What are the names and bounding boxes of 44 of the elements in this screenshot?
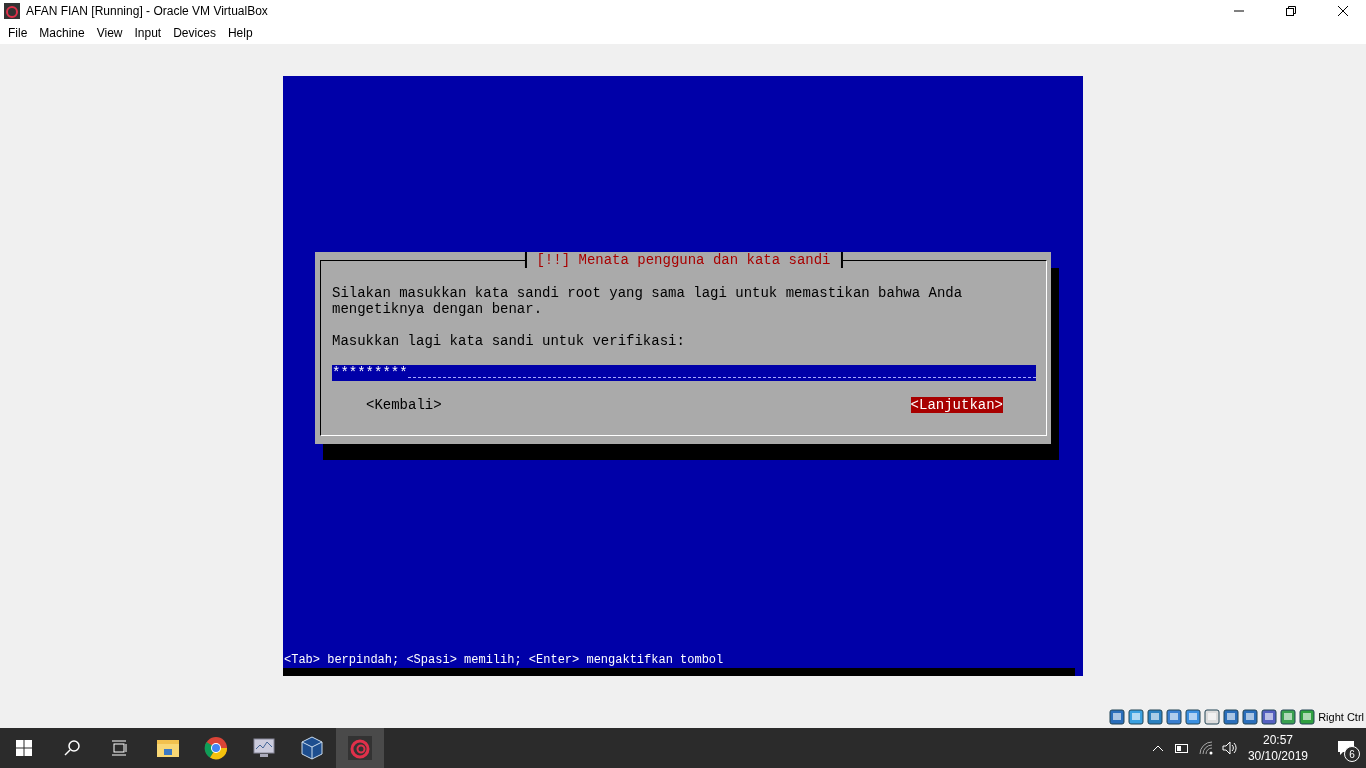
device-status-icon[interactable]	[1185, 708, 1202, 725]
dialog-button[interactable]: <Kembali>	[366, 397, 442, 413]
clock-time: 20:57	[1262, 732, 1293, 748]
windows-logo-icon	[16, 740, 32, 756]
device-status-icon[interactable]	[1261, 708, 1278, 725]
speaker-icon[interactable]	[1221, 741, 1238, 755]
battery-icon[interactable]	[1174, 743, 1189, 753]
clock-date: 30/10/2019	[1247, 748, 1308, 764]
device-status-icon[interactable]	[1280, 708, 1297, 725]
restore-icon	[1286, 6, 1296, 16]
password-prompt: Masukkan lagi kata sandi untuk verifikasi:	[332, 333, 686, 349]
notification-count: 6	[1344, 746, 1360, 762]
menu-item[interactable]: Help	[221, 26, 259, 40]
menu-item[interactable]: Input	[128, 26, 168, 40]
menu-item[interactable]: Devices	[167, 26, 222, 40]
chevron-up-icon[interactable]	[1151, 744, 1164, 752]
device-status-icon[interactable]	[1299, 708, 1316, 725]
help-line: <Tab> berpindah; <Spasi> memilih; <Enter> mengaktifkan tombol	[283, 652, 725, 668]
device-status-icon[interactable]	[1223, 708, 1240, 725]
folder-icon	[156, 738, 180, 758]
notification-button[interactable]: 6	[1326, 728, 1366, 768]
password-field[interactable]: *********	[332, 365, 1036, 381]
menu-item[interactable]: View	[90, 26, 129, 40]
monitor-icon	[252, 737, 276, 759]
window-title: AFAN FIAN [Running] - Oracle VM VirtualBox	[26, 4, 269, 18]
dialog-button[interactable]: <Lanjutkan>	[910, 397, 1003, 413]
wifi-icon[interactable]	[1198, 741, 1213, 755]
device-status-icon[interactable]	[1204, 708, 1221, 725]
device-status-icon[interactable]	[1147, 708, 1164, 725]
close-icon	[1338, 6, 1348, 16]
search-icon	[64, 740, 80, 756]
browser-icon	[204, 736, 228, 760]
device-status-icon[interactable]	[1128, 708, 1145, 725]
host-key-label: Right Ctrl	[1318, 710, 1364, 723]
device-status-icon[interactable]	[1242, 708, 1259, 725]
dialog-message: Silakan masukkan kata sandi root yang sama lagi untuk memastikan bahwa Anda mengetiknya dengan benar.	[332, 285, 964, 317]
cube-icon	[301, 736, 323, 760]
device-status-icon[interactable]	[1166, 708, 1183, 725]
dialog-title: [!!] Menata pengguna dan kata sandi	[524, 252, 843, 268]
app-logo-icon	[4, 3, 20, 19]
device-status-icon[interactable]	[1109, 708, 1126, 725]
menu-item[interactable]: Machine	[33, 26, 91, 40]
task-view-icon	[112, 740, 128, 756]
menu-item[interactable]: File	[2, 26, 34, 40]
